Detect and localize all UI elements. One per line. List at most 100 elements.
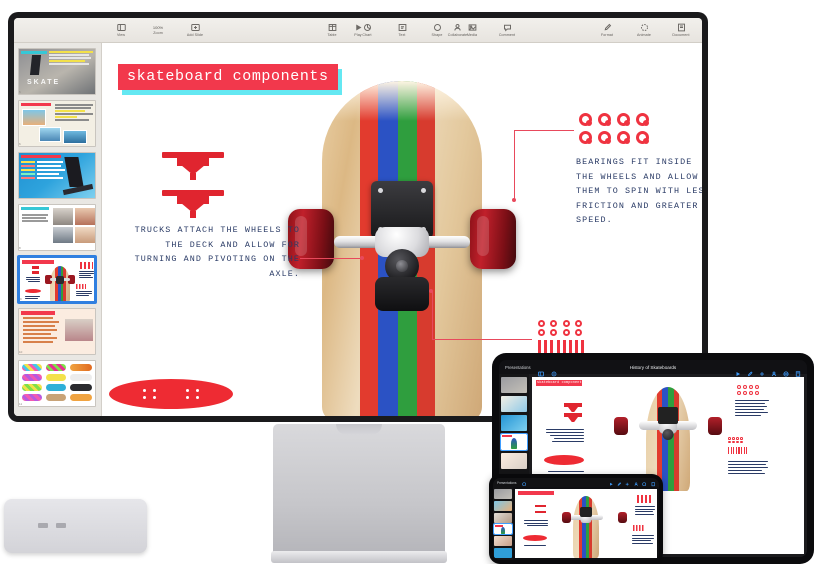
bearing-icon: [579, 131, 592, 144]
toolbar-text-button[interactable]: Text: [389, 23, 415, 37]
list-item[interactable]: [501, 453, 527, 469]
toolbar-chart-button[interactable]: Chart: [354, 23, 380, 37]
list-item[interactable]: 9: [18, 256, 96, 303]
sidebar-toggle-icon[interactable]: [537, 364, 544, 377]
toolbar-zoom-label: Zoom: [153, 31, 163, 35]
toolbar-collaborate-button[interactable]: Collaborate: [441, 23, 475, 37]
bearing-icon: [636, 113, 649, 126]
slide-number: 10: [19, 350, 23, 354]
slide-navigator[interactable]: SKATE 5 6 7 8 9 10 11: [14, 43, 102, 416]
more-icon[interactable]: [783, 364, 789, 377]
toolbar-add-slide-button[interactable]: Add Slide: [182, 23, 208, 37]
list-item[interactable]: 6: [18, 100, 96, 147]
iphone-slide-navigator[interactable]: [493, 487, 513, 560]
mac-mini-face: [4, 499, 147, 553]
iphone-toolbar: Presentations: [493, 478, 659, 487]
list-item[interactable]: 8: [18, 204, 96, 251]
toolbar-table-label: Table: [327, 33, 337, 37]
list-item[interactable]: [494, 547, 512, 558]
ipad-back-label[interactable]: Presentations: [505, 365, 531, 370]
animate-icon: [640, 23, 649, 32]
toolbar-document-label: Document: [672, 33, 690, 37]
toolbar-document-button[interactable]: Document: [668, 23, 694, 37]
iphone-slide-canvas[interactable]: [515, 489, 657, 558]
list-item[interactable]: SKATE 5: [18, 48, 96, 95]
list-item[interactable]: 10: [18, 308, 96, 355]
leader-dot-bearings: [512, 198, 516, 202]
bearing-icon: [617, 131, 630, 144]
format-brush-icon[interactable]: [747, 364, 753, 377]
document-icon: [677, 23, 686, 32]
list-item[interactable]: [500, 433, 528, 451]
document-icon[interactable]: [795, 364, 801, 377]
bearing-icon: [598, 113, 611, 126]
list-item[interactable]: [494, 536, 512, 547]
truck-shape-1: [162, 149, 224, 180]
table-icon: [328, 23, 337, 32]
list-item[interactable]: [494, 500, 512, 511]
list-item[interactable]: 11: [18, 360, 96, 407]
slide-number: 6: [19, 142, 21, 146]
list-item[interactable]: [501, 415, 527, 431]
trucks-graphic[interactable]: [162, 149, 224, 218]
list-item[interactable]: [501, 396, 527, 412]
toolbar-format-label: Format: [601, 33, 613, 37]
list-item[interactable]: [501, 377, 527, 393]
nut-icon: [550, 320, 558, 327]
toolbar-animate-button[interactable]: Animate: [631, 23, 657, 37]
toolbar-view-button[interactable]: View: [108, 23, 134, 37]
add-slide-icon: [190, 23, 200, 32]
toolbar-chart-label: Chart: [362, 33, 372, 37]
iphone-canvas-area: [513, 487, 659, 560]
iphone: Presentations: [489, 474, 663, 564]
zoom-icon[interactable]: [551, 364, 557, 377]
leader-dot-trucks: [360, 256, 364, 260]
leader-line-screws: [432, 339, 532, 340]
bearing-icon: [598, 131, 611, 144]
zoom-value: 100%: [152, 25, 164, 30]
mac-mini: [4, 499, 147, 553]
play-icon[interactable]: [735, 364, 741, 376]
toolbar-comment-button[interactable]: Comment: [494, 23, 520, 37]
toolbar-zoom-button[interactable]: 100% Zoom: [143, 25, 173, 35]
nut-icon: [550, 329, 558, 336]
page-title[interactable]: skateboard components: [118, 64, 342, 95]
toolbar-text-label: Text: [398, 33, 406, 37]
toolbar-format-button[interactable]: Format: [594, 23, 620, 37]
bearings-graphic[interactable]: [579, 113, 649, 144]
collaborate-icon[interactable]: [771, 364, 777, 377]
iphone-back-label[interactable]: Presentations: [497, 481, 517, 485]
toolbar-collaborate-label: Collaborate: [447, 33, 468, 37]
nut-icon: [562, 329, 570, 336]
bearing-icon: [617, 113, 630, 126]
deck-graphic[interactable]: [109, 379, 233, 409]
text-icon: [398, 23, 407, 32]
slide-number: 7: [19, 194, 21, 198]
comment-icon: [503, 23, 512, 32]
callout-bearings[interactable]: BEARINGS FIT INSIDE THE WHEELS AND ALLOW…: [576, 155, 702, 228]
leader-line-screws-v: [432, 291, 433, 339]
view-icon: [116, 23, 126, 32]
nut-icon: [562, 320, 570, 327]
toolbar-table-button[interactable]: Table: [319, 23, 345, 37]
slide-number: 9: [20, 297, 22, 301]
usb-port-right: [56, 523, 66, 528]
list-item[interactable]: 7: [18, 152, 96, 199]
usb-port-left: [38, 523, 48, 528]
insert-icon[interactable]: [759, 364, 765, 376]
callout-trucks[interactable]: TRUCKS ATTACH THE WHEELS TO THE DECK AND…: [120, 223, 300, 281]
list-item[interactable]: [494, 489, 512, 500]
list-item[interactable]: [494, 512, 512, 523]
skateboard-photo[interactable]: [288, 81, 516, 416]
pivot-cup: [375, 277, 429, 311]
ipad-document-title: History of Skateboards: [629, 364, 677, 370]
collaborate-icon: [453, 23, 462, 32]
format-brush-icon: [603, 23, 612, 32]
title-text: skateboard components: [127, 68, 329, 85]
toolbar-animate-label: Animate: [637, 33, 651, 37]
stand-base: [271, 551, 447, 563]
list-item[interactable]: [493, 523, 513, 536]
leader-line-bearings-v: [514, 130, 515, 200]
nut-icon: [574, 329, 582, 336]
nut-icon: [538, 320, 545, 327]
